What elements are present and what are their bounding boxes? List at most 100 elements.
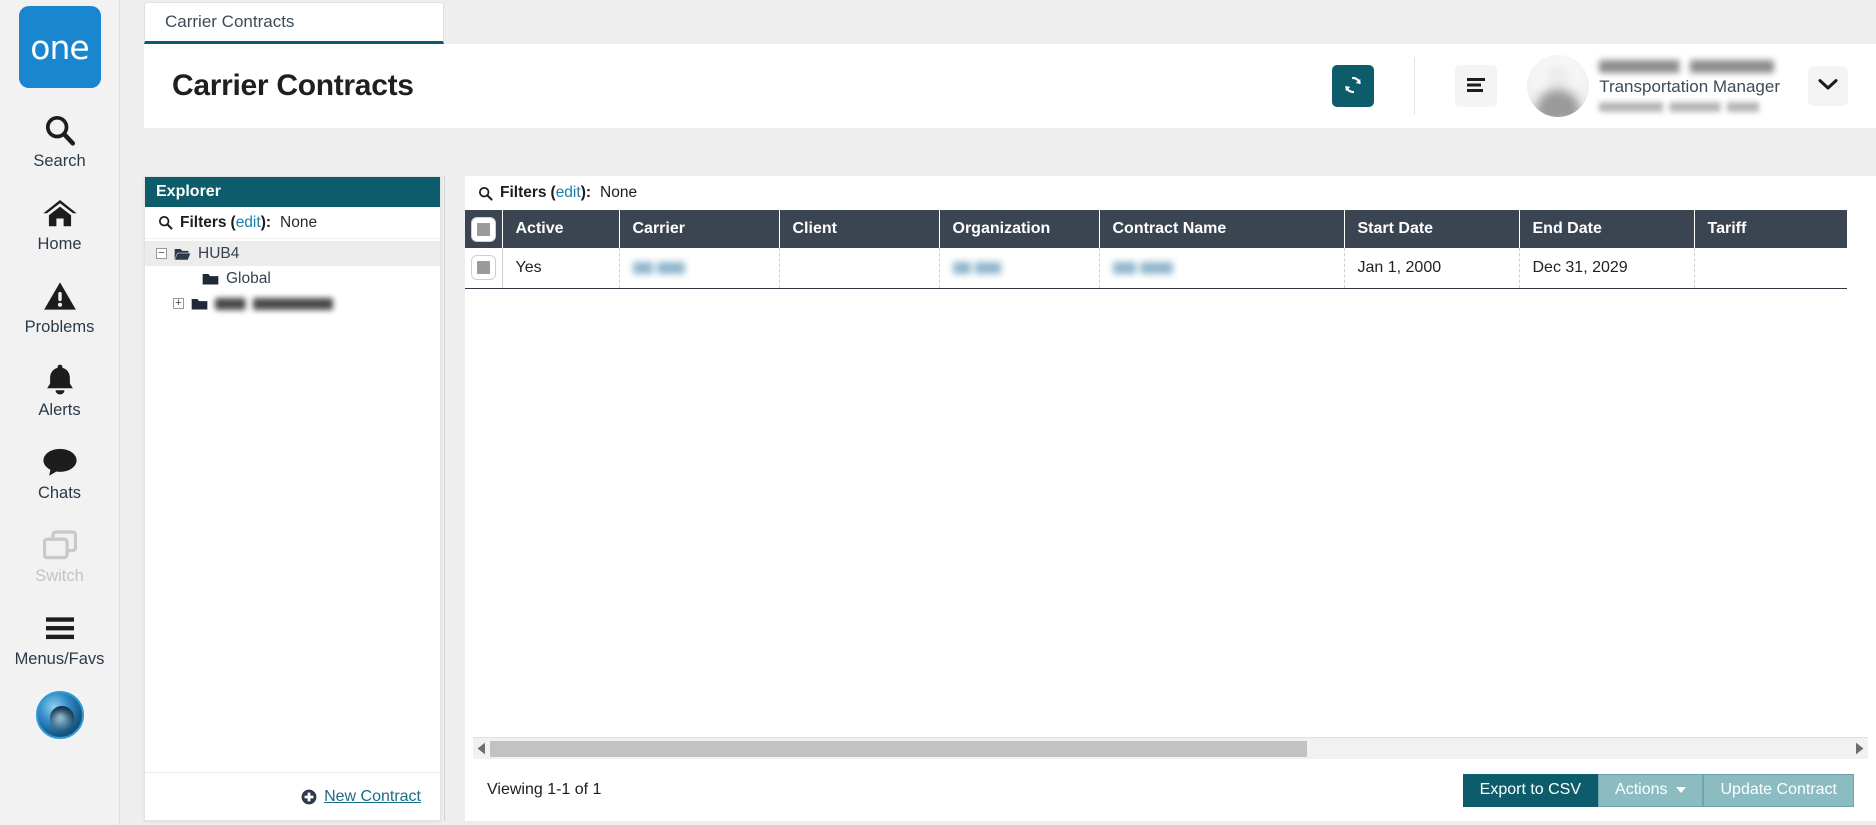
actions-button[interactable]: Actions	[1598, 773, 1704, 807]
explorer-filters-label: Filters	[180, 213, 227, 231]
page-menu-button[interactable]	[1455, 65, 1498, 107]
cell-start-date: Jan 1, 2000	[1344, 248, 1520, 289]
grid-wrapper: Active Carrier Client Organization Contr…	[465, 210, 1876, 737]
column-header-client[interactable]: Client	[779, 210, 940, 248]
search-icon	[43, 109, 77, 151]
panel-divider	[444, 176, 445, 821]
new-contract-label: New Contract	[324, 787, 421, 805]
sidebar-item-label: Alerts	[38, 401, 81, 419]
sidebar-item-switch[interactable]: Switch	[0, 524, 120, 586]
home-icon	[42, 192, 78, 234]
page-header: Carrier Contracts Transportation Manager	[144, 44, 1876, 128]
explorer-panel: Explorer Filters (edit): None − HUB4 Glo…	[144, 176, 441, 821]
column-header-active[interactable]: Active	[502, 210, 620, 248]
grid-filters-label: Filters	[500, 184, 547, 201]
horizontal-scrollbar[interactable]	[473, 737, 1868, 759]
hamburger-icon	[43, 607, 77, 649]
explorer-footer: New Contract	[145, 772, 440, 820]
column-header-start-date[interactable]: Start Date	[1344, 210, 1520, 248]
column-header-end-date[interactable]: End Date	[1519, 210, 1695, 248]
refresh-button[interactable]	[1332, 65, 1375, 107]
new-contract-link[interactable]: New Contract	[301, 788, 421, 806]
user-block[interactable]: Transportation Manager	[1527, 55, 1780, 117]
user-avatar-photo	[1527, 55, 1590, 117]
list-menu-icon	[1466, 77, 1486, 96]
tab-carrier-contracts[interactable]: Carrier Contracts	[144, 2, 444, 44]
tab-strip: Carrier Contracts	[120, 0, 1876, 44]
cell-end-date: Dec 31, 2029	[1519, 248, 1695, 289]
explorer-tree: − HUB4 Global +	[145, 239, 440, 772]
sidebar-item-problems[interactable]: Problems	[0, 275, 120, 337]
triangle-right-icon[interactable]	[1851, 738, 1868, 760]
column-header-carrier[interactable]: Carrier	[619, 210, 780, 248]
grid-filters-edit-link[interactable]: edit	[556, 184, 581, 202]
sidebar-item-search[interactable]: Search	[0, 109, 120, 171]
sidebar-item-label: Chats	[37, 484, 82, 502]
redacted-value	[1112, 261, 1173, 274]
grid-filters-bar: Filters (edit): None	[465, 176, 1876, 210]
scrollbar-track[interactable]	[490, 740, 1851, 757]
main-content: Filters (edit): None Active Carrier Clie…	[465, 176, 1876, 821]
user-role: Transportation Manager	[1599, 77, 1780, 97]
sidebar-item-chats[interactable]: Chats	[0, 441, 120, 503]
tree-node-redacted[interactable]: +	[145, 291, 440, 316]
warning-triangle-icon	[43, 275, 77, 317]
user-menu-toggle[interactable]	[1808, 66, 1848, 106]
cell-contract-name	[1099, 248, 1345, 289]
user-name	[1599, 60, 1775, 74]
header-actions: Transportation Manager	[1332, 44, 1876, 128]
export-to-csv-button[interactable]: Export to CSV	[1462, 773, 1599, 807]
column-header-tariff[interactable]: Tariff	[1694, 210, 1847, 248]
footer-button-row: Export to CSV Actions Update Contract	[1462, 773, 1854, 807]
bell-icon	[44, 358, 76, 400]
explorer-filters-edit-link[interactable]: edit	[236, 214, 261, 232]
sidebar-item-alerts[interactable]: Alerts	[0, 358, 120, 420]
explorer-title: Explorer	[145, 177, 440, 207]
viewing-count: Viewing 1-1 of 1	[487, 781, 602, 798]
grid-footer: Viewing 1-1 of 1 Export to CSV Actions U…	[465, 759, 1876, 821]
tree-node-label: Global	[226, 269, 271, 287]
cell-tariff	[1694, 248, 1847, 289]
table-header-row: Active Carrier Client Organization Contr…	[465, 210, 1847, 248]
select-all-checkbox[interactable]	[470, 216, 496, 242]
row-select-cell[interactable]	[465, 248, 503, 289]
tree-node-label: HUB4	[198, 244, 240, 262]
one-logo[interactable]: one	[18, 6, 101, 88]
folder-icon	[191, 297, 208, 311]
plus-circle-icon	[301, 789, 317, 805]
sidebar-item-menus-favs[interactable]: Menus/Favs	[0, 607, 120, 669]
search-icon	[158, 215, 173, 230]
chevron-down-icon	[1818, 78, 1838, 94]
update-contract-label: Update Contract	[1720, 781, 1837, 798]
user-avatar[interactable]	[35, 691, 84, 739]
contracts-table: Active Carrier Client Organization Contr…	[465, 210, 1847, 289]
sidebar-item-home[interactable]: Home	[0, 192, 120, 254]
expand-plus-icon[interactable]: +	[173, 298, 184, 309]
cell-organization	[939, 248, 1100, 289]
row-checkbox[interactable]	[470, 255, 496, 281]
grid-filters-value: None	[600, 184, 638, 201]
grid-filters-colon: :	[585, 184, 592, 201]
redacted-value	[632, 261, 685, 274]
tree-node-hub4[interactable]: − HUB4	[145, 241, 440, 266]
page-title: Carrier Contracts	[172, 69, 414, 102]
update-contract-button[interactable]: Update Contract	[1703, 773, 1854, 807]
explorer-filters-bar: Filters (edit): None	[145, 207, 440, 239]
sidebar-item-label: Home	[37, 235, 82, 253]
column-header-organization[interactable]: Organization	[939, 210, 1100, 248]
column-header-contract-name[interactable]: Contract Name	[1099, 210, 1345, 248]
triangle-left-icon[interactable]	[473, 738, 490, 760]
grid-empty-space	[465, 288, 1876, 737]
scrollbar-thumb[interactable]	[490, 740, 1307, 757]
sidebar-item-label: Search	[33, 152, 86, 170]
cell-client	[779, 248, 940, 289]
refresh-icon	[1342, 74, 1364, 99]
sidebar-item-label: Menus/Favs	[14, 650, 105, 668]
sidebar-item-label: Problems	[24, 318, 95, 336]
table-row[interactable]: Yes Jan 1, 2000 Dec 31, 2029	[465, 248, 1847, 289]
select-all-header[interactable]	[465, 210, 503, 248]
tree-node-global[interactable]: Global	[145, 266, 440, 291]
cell-active: Yes	[502, 248, 620, 289]
collapse-minus-icon[interactable]: −	[156, 248, 167, 259]
checkbox-mark	[476, 261, 490, 275]
